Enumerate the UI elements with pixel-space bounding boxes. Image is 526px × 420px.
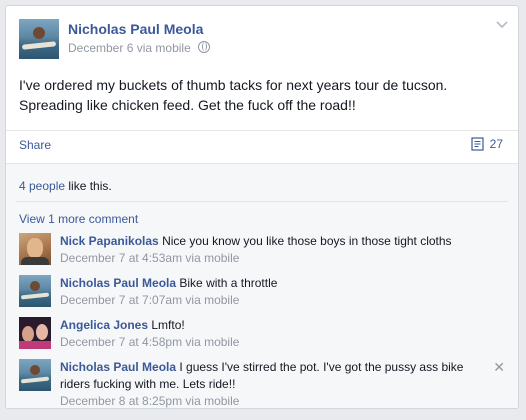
commenter-name[interactable]: Nicholas Paul Meola: [60, 360, 176, 374]
post-card: Nicholas Paul Meola December 6 via mobil…: [5, 5, 519, 409]
comments-count: 27: [489, 137, 503, 151]
comment-timestamp[interactable]: December 7 at 4:53am via mobile: [60, 251, 239, 265]
divider: [6, 130, 518, 131]
chevron-down-icon[interactable]: [496, 20, 508, 30]
post-meta: December 6 via mobile: [68, 41, 211, 55]
post-author-name[interactable]: Nicholas Paul Meola: [68, 21, 203, 37]
comment-text: Bike with a throttle: [179, 276, 278, 290]
commenter-avatar[interactable]: [19, 317, 51, 349]
likes-link[interactable]: 4 people: [19, 179, 65, 193]
comment-text: Nice you know you like those boys in tho…: [162, 234, 452, 248]
divider: [6, 163, 518, 164]
commenter-name[interactable]: Nick Papanikolas: [60, 234, 159, 248]
post-date[interactable]: December 6: [68, 41, 133, 55]
post-via: via mobile: [136, 41, 191, 55]
commenter-name[interactable]: Angelica Jones: [60, 318, 148, 332]
post-text: I've ordered my buckets of thumb tacks f…: [19, 77, 448, 113]
ufi-section: 4 people like this. View 1 more comment …: [6, 163, 518, 408]
comment-text: Lmfto!: [151, 318, 185, 332]
divider: [16, 201, 508, 202]
close-icon[interactable]: ✕: [493, 360, 505, 374]
comment-icon: [471, 137, 484, 151]
commenter-avatar[interactable]: [19, 359, 51, 391]
author-avatar[interactable]: [19, 19, 59, 59]
comment-timestamp[interactable]: December 8 at 8:25pm via mobile: [60, 394, 239, 408]
commenter-avatar[interactable]: [19, 275, 51, 307]
post-header: Nicholas Paul Meola December 6 via mobil…: [6, 6, 518, 72]
commenter-avatar[interactable]: [19, 233, 51, 265]
globe-icon: [198, 41, 211, 53]
comment-timestamp[interactable]: December 7 at 4:58pm via mobile: [60, 335, 239, 349]
commenter-name[interactable]: Nicholas Paul Meola: [60, 276, 176, 290]
share-button[interactable]: Share: [19, 138, 51, 152]
comments-count-button[interactable]: 27: [471, 137, 503, 151]
comment-timestamp[interactable]: December 7 at 7:07am via mobile: [60, 293, 239, 307]
likes-suffix: like this.: [65, 179, 112, 193]
view-more-comments-link[interactable]: View 1 more comment: [19, 212, 138, 226]
likes-summary: 4 people like this.: [19, 179, 112, 193]
